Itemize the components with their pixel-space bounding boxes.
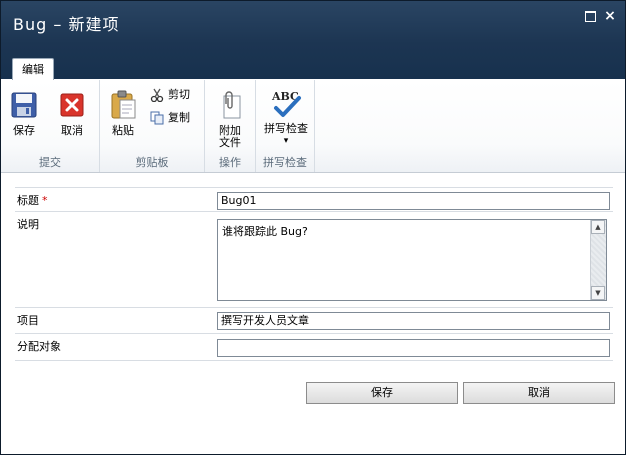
scissors-icon bbox=[150, 88, 164, 103]
maximize-icon[interactable] bbox=[584, 10, 596, 22]
cancel-x-icon bbox=[60, 93, 84, 117]
paste-clipboard-icon bbox=[111, 90, 136, 119]
paste-ribbon-button[interactable]: 粘贴 bbox=[106, 90, 140, 137]
assigned-to-input[interactable] bbox=[217, 339, 610, 357]
project-field-label: 项目 bbox=[17, 314, 39, 327]
dialog-titlebar: Bug – 新建项 × 编辑 bbox=[1, 1, 625, 81]
ribbon-group-commit: 保存 取消 提交 bbox=[1, 80, 100, 172]
description-field-label: 说明 bbox=[17, 218, 39, 231]
scroll-up-icon[interactable]: ▲ bbox=[591, 220, 605, 234]
paste-ribbon-label: 粘贴 bbox=[112, 124, 134, 137]
description-text: 谁将跟踪此 Bug? bbox=[222, 225, 308, 238]
save-ribbon-label: 保存 bbox=[13, 124, 35, 137]
spelling-label: 拼写检查 bbox=[264, 122, 308, 135]
spelling-dropdown-arrow: ▾ bbox=[283, 136, 289, 146]
ribbon-group-label-actions: 操作 bbox=[219, 156, 241, 169]
ribbon-group-label-commit: 提交 bbox=[39, 156, 61, 169]
cancel-ribbon-button[interactable]: 取消 bbox=[55, 92, 89, 137]
save-ribbon-button[interactable]: 保存 bbox=[7, 92, 41, 137]
tab-edit[interactable]: 编辑 bbox=[12, 58, 54, 81]
dialog-title: Bug – 新建项 bbox=[13, 15, 120, 34]
ribbon-group-actions: 附加 文件 操作 bbox=[205, 80, 256, 172]
paperclip-icon bbox=[223, 91, 241, 119]
ribbon-group-label-spelling: 拼写检查 bbox=[263, 156, 307, 169]
field-row-description: 说明 谁将跟踪此 Bug? ▲ ▼ bbox=[15, 211, 613, 308]
required-marker: * bbox=[42, 194, 48, 207]
copy-icon bbox=[150, 111, 164, 125]
save-button[interactable]: 保存 bbox=[306, 382, 458, 404]
ribbon-group-clipboard: 粘贴 剪切 复制 剪贴板 bbox=[100, 80, 205, 172]
ribbon-group-label-clipboard: 剪贴板 bbox=[135, 156, 169, 169]
spelling-button[interactable]: ABC 拼写检查 ▾ bbox=[259, 88, 313, 147]
cancel-ribbon-label: 取消 bbox=[61, 124, 83, 137]
attach-label-line2: 文件 bbox=[219, 136, 241, 149]
new-item-dialog: Bug – 新建项 × 编辑 保存 取消 提交 粘贴 剪切 复制 剪贴板 附加 … bbox=[0, 0, 626, 455]
cut-button[interactable]: 剪切 bbox=[150, 86, 190, 104]
ribbon: 保存 取消 提交 粘贴 剪切 复制 剪贴板 附加 文件 操作 ABC 拼写检查 … bbox=[1, 80, 625, 173]
copy-button[interactable]: 复制 bbox=[150, 109, 190, 127]
cut-label: 剪切 bbox=[168, 88, 190, 101]
scroll-down-icon[interactable]: ▼ bbox=[591, 286, 605, 300]
close-icon[interactable]: × bbox=[604, 9, 616, 23]
field-row-project: 项目 撰写开发人员文章 bbox=[15, 307, 613, 334]
project-input[interactable]: 撰写开发人员文章 bbox=[217, 312, 610, 330]
assigned-to-field-label: 分配对象 bbox=[17, 340, 61, 353]
attach-file-button[interactable]: 附加 文件 bbox=[213, 90, 247, 149]
save-disk-icon bbox=[11, 92, 37, 118]
description-textarea[interactable]: 谁将跟踪此 Bug? ▲ ▼ bbox=[217, 219, 607, 301]
field-row-title: 标题 * Bug01 bbox=[15, 187, 613, 212]
description-scrollbar[interactable]: ▲ ▼ bbox=[590, 220, 606, 300]
abc-spellcheck-icon: ABC bbox=[271, 90, 301, 117]
ribbon-group-spelling: ABC 拼写检查 ▾ 拼写检查 bbox=[256, 80, 315, 172]
copy-label: 复制 bbox=[168, 111, 190, 124]
field-row-assigned-to: 分配对象 bbox=[15, 333, 613, 361]
title-field-label: 标题 * bbox=[17, 194, 48, 207]
form-bottom-divider bbox=[15, 360, 613, 361]
title-input[interactable]: Bug01 bbox=[217, 192, 610, 210]
cancel-button[interactable]: 取消 bbox=[463, 382, 615, 404]
